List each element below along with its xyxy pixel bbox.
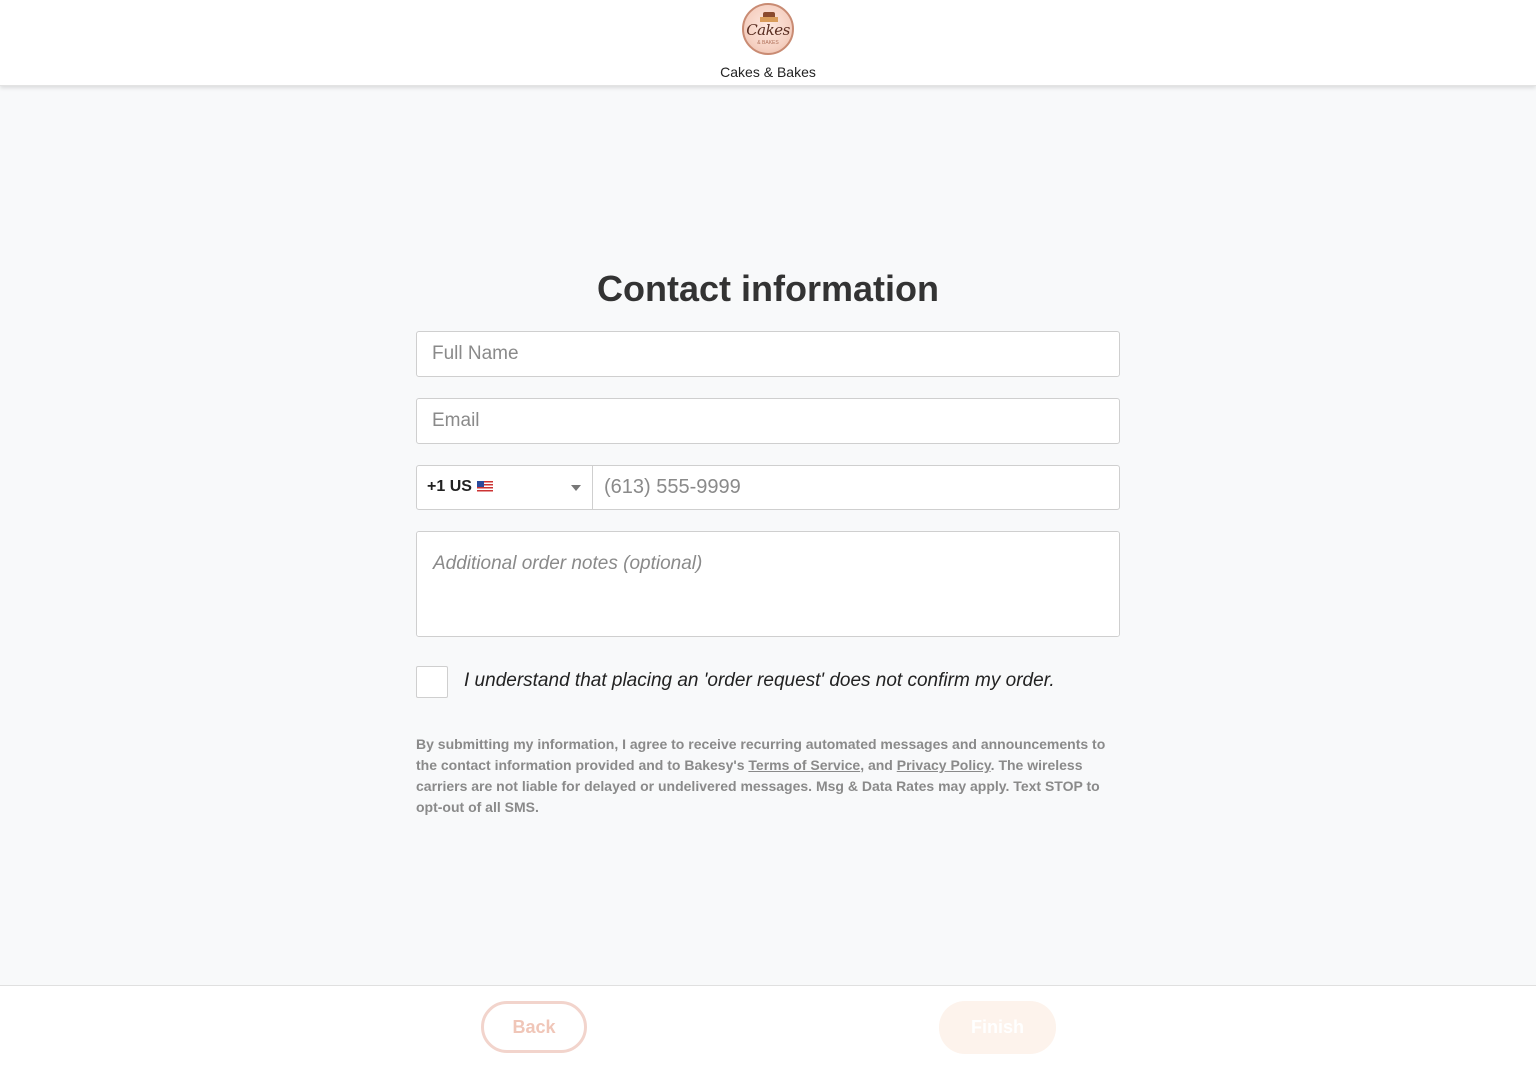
page-title: Contact information xyxy=(597,268,939,309)
sms-disclaimer: By submitting my information, I agree to… xyxy=(416,734,1120,818)
order-notes-textarea[interactable] xyxy=(416,531,1120,637)
chevron-down-icon xyxy=(571,485,581,491)
us-flag-icon xyxy=(476,481,493,492)
finish-button[interactable]: Finish xyxy=(939,1001,1056,1054)
confirm-order-checkbox[interactable] xyxy=(416,666,448,698)
terms-of-service-link[interactable]: Terms of Service xyxy=(748,757,860,773)
phone-number-input[interactable] xyxy=(594,466,1119,509)
footer-bar: Back Finish xyxy=(0,985,1536,1068)
country-code-label: +1 US xyxy=(427,478,493,496)
logo-subtext: & BAKES xyxy=(757,40,779,46)
phone-field: +1 US xyxy=(416,465,1120,510)
back-button[interactable]: Back xyxy=(481,1001,587,1053)
country-code-text: +1 US xyxy=(427,478,472,495)
disclaimer-text-between: , and xyxy=(860,757,897,773)
top-header: Cakes & BAKES Cakes & Bakes xyxy=(0,0,1536,86)
country-code-select[interactable]: +1 US xyxy=(417,466,593,509)
logo-text: Cakes xyxy=(746,21,790,39)
brand-logo[interactable]: Cakes & BAKES xyxy=(742,3,794,55)
email-input[interactable] xyxy=(416,398,1120,444)
full-name-input[interactable] xyxy=(416,331,1120,377)
privacy-policy-link[interactable]: Privacy Policy xyxy=(897,757,991,773)
brand-name: Cakes & Bakes xyxy=(720,64,816,80)
confirm-order-label: I understand that placing an 'order requ… xyxy=(464,670,1055,691)
